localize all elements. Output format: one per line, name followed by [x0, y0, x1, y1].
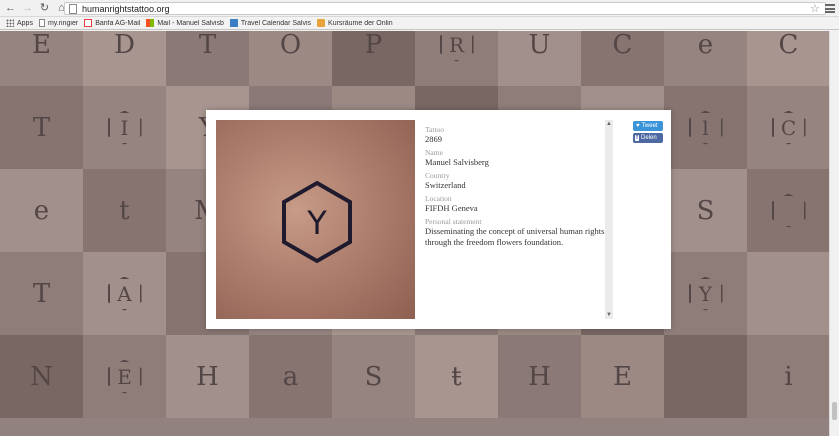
tweet-button[interactable]: ♥ Tweet — [633, 121, 663, 131]
tattoo-number: 2869 — [425, 134, 442, 144]
bookmark-apps[interactable]: Apps — [6, 19, 33, 27]
page-icon — [69, 3, 77, 14]
tattoo-info: Tattoo 2869 Name Manuel Salvisberg Count… — [425, 122, 607, 319]
hexagon-tattoo-icon: Y — [282, 180, 352, 264]
tattoo-detail-modal: Y Tattoo 2869 Name Manuel Salvisberg Cou… — [206, 110, 671, 329]
address-url[interactable]: humanrightstattoo.org — [82, 4, 810, 14]
facebook-share-button[interactable]: f Delen — [633, 133, 663, 143]
reload-icon[interactable]: ↻ — [38, 2, 51, 15]
scroll-down-icon[interactable]: ▼ — [605, 311, 613, 319]
statement-label: Personal statement — [425, 217, 482, 226]
gmail-icon — [84, 19, 93, 27]
page-icon — [38, 19, 45, 27]
tattoo-photo-letter: Y — [306, 204, 327, 242]
apps-icon — [6, 19, 14, 27]
page-scrollbar[interactable] — [829, 31, 839, 436]
browser-toolbar: ← → ↻ ⌂ humanrightstattoo.org ☆ — [0, 0, 839, 17]
bookmark-travel-calendar[interactable]: Travel Calendar Salvis — [229, 19, 311, 27]
bookmark-my-ringier[interactable]: my.ringier — [38, 19, 78, 27]
twitter-bird-icon: ♥ — [636, 123, 640, 129]
bookmark-mail-manuel[interactable]: Mail - Manuel Salvisb — [146, 19, 224, 27]
info-scrollbar[interactable]: ▲ ▼ — [605, 120, 613, 319]
bookmark-banfa-mail[interactable]: Banfa AG-Mail — [84, 19, 140, 27]
microsoft-icon — [146, 19, 155, 27]
country-value: Switzerland — [425, 180, 466, 190]
address-bar[interactable]: humanrightstattoo.org ☆ — [64, 2, 826, 15]
statement-value: Disseminating the concept of universal h… — [425, 226, 605, 247]
tweet-label: Tweet — [641, 123, 658, 129]
bookmarks-bar: Apps my.ringier Banfa AG-Mail Mail - Man… — [0, 17, 839, 30]
scrollbar-thumb[interactable] — [832, 402, 837, 420]
browser-menu-icon[interactable] — [825, 3, 835, 14]
bookmark-kursraeume[interactable]: Kursräume der Onlin — [317, 19, 393, 27]
name-label: Name — [425, 148, 443, 157]
name-value: Manuel Salvisberg — [425, 157, 489, 167]
travel-icon — [229, 19, 238, 27]
share-buttons: ♥ Tweet f Delen — [633, 121, 663, 143]
kurs-icon — [317, 19, 326, 27]
tattoo-label: Tattoo — [425, 125, 445, 134]
back-arrow-icon[interactable]: ← — [4, 2, 17, 15]
location-value: FIFDH Geneva — [425, 203, 478, 213]
share-label: Delen — [641, 135, 657, 141]
scroll-up-icon[interactable]: ▲ — [605, 120, 613, 128]
location-label: Location — [425, 194, 452, 203]
forward-arrow-icon[interactable]: → — [21, 2, 34, 15]
bookmark-star-icon[interactable]: ☆ — [810, 2, 822, 15]
country-label: Country — [425, 171, 450, 180]
tattoo-photo: Y — [216, 120, 415, 319]
facebook-icon: f — [635, 135, 639, 141]
